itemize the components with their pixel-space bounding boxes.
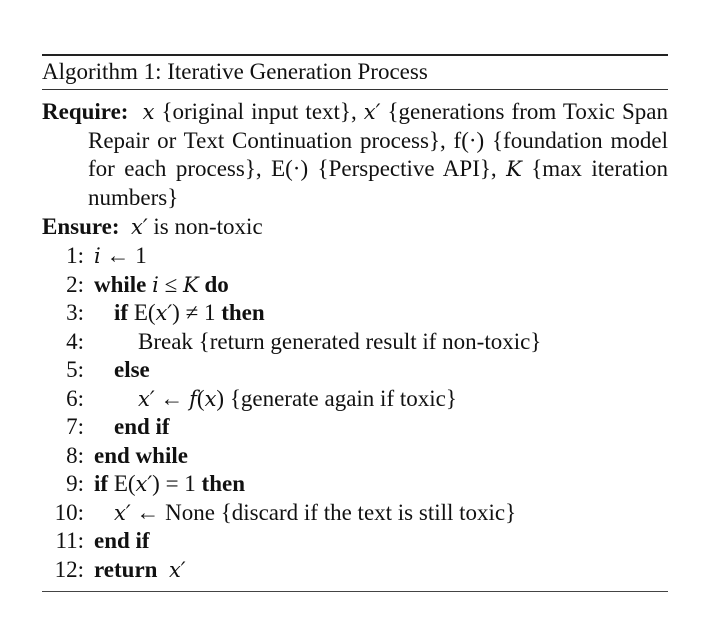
algo-line-6: 6: x′ ← f(x) {generate again if toxic} — [66, 386, 457, 411]
algo-line-11: 11: end if — [55, 528, 150, 553]
algo-line-1: 1: i ← 1 — [66, 243, 147, 268]
algo-line-4: 4: Break {return generated result if non-… — [66, 329, 542, 354]
require-label: Require: — [42, 99, 129, 124]
bottom-rule — [42, 591, 668, 592]
caption-rule — [42, 89, 668, 90]
algo-line-12: 12: return x′ — [54, 557, 186, 582]
algo-line-7: 7: end if — [66, 414, 170, 439]
ensure-line: Ensure: x′ is non-toxic — [42, 214, 263, 239]
top-rule — [42, 54, 668, 56]
algo-line-2: 2: while i ≤ K do — [66, 272, 229, 297]
require-text: Require: x {original input text}, x′ {ge… — [42, 99, 668, 210]
algo-line-9: 9: if E(x′) = 1 then — [66, 471, 245, 496]
algo-line-8: 8: end while — [66, 443, 188, 468]
require-block: Require: x {original input text}, x′ {ge… — [42, 98, 668, 212]
ensure-label: Ensure: — [42, 214, 120, 239]
algo-line-5: 5: else — [66, 357, 150, 382]
algorithm-caption: Algorithm 1: Iterative Generation Proces… — [42, 59, 428, 84]
algo-line-3: 3: if E(x′) ≠ 1 then — [66, 300, 265, 325]
algo-line-10: 10: x′ ← None {discard if the text is sti… — [54, 500, 517, 525]
